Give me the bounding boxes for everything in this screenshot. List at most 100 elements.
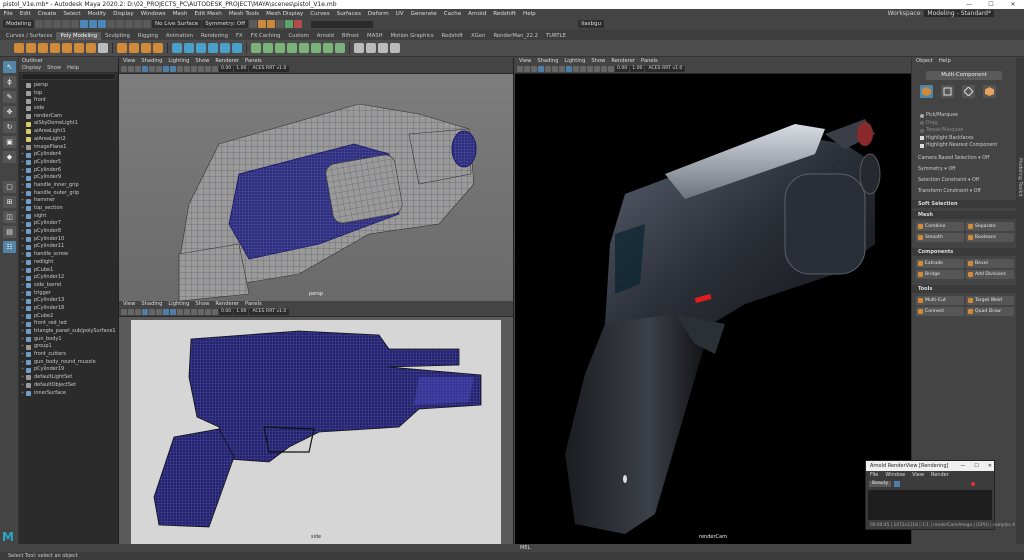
- shelf-tab[interactable]: FX Caching: [247, 32, 285, 40]
- poly-plane-icon[interactable]: [74, 43, 84, 53]
- expand-icon[interactable]: +: [19, 151, 26, 159]
- expand-icon[interactable]: +: [19, 197, 26, 205]
- lights-icon[interactable]: [580, 66, 586, 72]
- smooth-shade-icon[interactable]: [170, 66, 176, 72]
- highlight-nearest-checkbox[interactable]: Highlight Nearest Component: [920, 142, 1016, 150]
- snap-view-icon[interactable]: [134, 20, 143, 28]
- expand-icon[interactable]: +: [19, 159, 26, 167]
- platonic-icon[interactable]: [98, 43, 108, 53]
- resolution-gate-icon[interactable]: [156, 66, 162, 72]
- user-account[interactable]: liasbgu: [578, 20, 604, 28]
- separate-button[interactable]: Separate: [966, 221, 1014, 231]
- super-shape-icon[interactable]: [117, 43, 127, 53]
- lights-icon[interactable]: [184, 309, 190, 315]
- extrude-icon[interactable]: [263, 43, 273, 53]
- vertex-mode-icon[interactable]: [941, 85, 954, 98]
- multi-cut-button[interactable]: Multi-Cut: [916, 295, 964, 305]
- viewport-menu-show[interactable]: Show: [195, 301, 209, 308]
- image-plane-icon[interactable]: [135, 66, 141, 72]
- film-gate-icon[interactable]: [149, 309, 155, 315]
- tools-section[interactable]: Tools: [912, 284, 1016, 293]
- edge-mode-icon[interactable]: [962, 85, 975, 98]
- menu-item[interactable]: Mesh: [169, 11, 191, 17]
- smooth-shade-icon[interactable]: [566, 66, 572, 72]
- textured-icon[interactable]: [177, 66, 183, 72]
- expand-icon[interactable]: +: [19, 382, 26, 390]
- outliner-item[interactable]: + pCylinder9: [19, 174, 118, 182]
- menu-item[interactable]: Arnold: [465, 11, 490, 17]
- expand-icon[interactable]: +: [19, 236, 26, 244]
- menu-item[interactable]: Windows: [137, 11, 169, 17]
- outliner-search-input[interactable]: [21, 73, 116, 80]
- combine-button[interactable]: Combine: [916, 221, 964, 231]
- redo-icon[interactable]: [71, 20, 80, 28]
- expand-icon[interactable]: +: [19, 174, 26, 182]
- outliner-item[interactable]: + handle_outer_grip: [19, 190, 118, 198]
- viewport-menu-renderer[interactable]: Renderer: [611, 58, 635, 65]
- outliner-item[interactable]: + pCylinder12: [19, 274, 118, 282]
- outliner-item[interactable]: top: [19, 90, 118, 98]
- outliner-item[interactable]: + defaultLightSet: [19, 374, 118, 382]
- viewport-menu-shading[interactable]: Shading: [141, 301, 162, 308]
- gamma-field[interactable]: 1.00: [234, 66, 249, 72]
- outliner-item[interactable]: + pCylinder19: [19, 366, 118, 374]
- undo-icon[interactable]: [62, 20, 71, 28]
- rendercam-canvas[interactable]: renderCam: [515, 74, 911, 544]
- paint-select-icon[interactable]: ✎: [3, 91, 16, 103]
- viewport-menu-shading[interactable]: Shading: [141, 58, 162, 65]
- menu-item[interactable]: Edit Mesh: [191, 11, 225, 17]
- outliner-menu-help[interactable]: Help: [67, 65, 79, 72]
- ambient-occlusion-icon[interactable]: [198, 309, 204, 315]
- boolean-union-icon[interactable]: [208, 43, 218, 53]
- multi-component-button[interactable]: Multi-Component: [926, 71, 1002, 80]
- viewport-menu-panels[interactable]: Panels: [641, 58, 658, 65]
- target-weld-icon[interactable]: [311, 43, 321, 53]
- mtk-menu-help[interactable]: Help: [939, 58, 951, 65]
- outliner-item[interactable]: + side_barrel: [19, 282, 118, 290]
- arnold-close-button[interactable]: ✕: [988, 461, 992, 471]
- symmetry-dropdown[interactable]: Symmetry: Off: [202, 20, 249, 28]
- selection-constraint-row[interactable]: Selection Constraint ▾ Off: [912, 175, 1016, 186]
- outliner-item[interactable]: + pCube1: [19, 267, 118, 275]
- expand-icon[interactable]: +: [19, 167, 26, 175]
- mesh-section[interactable]: Mesh: [912, 210, 1016, 219]
- expand-icon[interactable]: +: [19, 359, 26, 367]
- outliner-item[interactable]: aiSkyDomeLight1: [19, 120, 118, 128]
- camera-attributes-icon[interactable]: [517, 66, 523, 72]
- outliner-item[interactable]: + pCylinder10: [19, 236, 118, 244]
- poly-cone-icon[interactable]: [50, 43, 60, 53]
- render-current-icon[interactable]: [258, 20, 267, 28]
- expand-icon[interactable]: +: [19, 274, 26, 282]
- bridge-icon[interactable]: [275, 43, 285, 53]
- target-weld-button[interactable]: Target Weld: [966, 295, 1014, 305]
- viewport-menu-panels[interactable]: Panels: [245, 301, 262, 308]
- resolution-gate-icon[interactable]: [552, 66, 558, 72]
- live-surface-dropdown[interactable]: No Live Surface: [152, 20, 202, 28]
- outliner-item[interactable]: + imagePlane1: [19, 144, 118, 152]
- quick-select-input[interactable]: [311, 20, 374, 28]
- outliner-menu-display[interactable]: Display: [22, 65, 41, 72]
- lights-icon[interactable]: [184, 66, 190, 72]
- render-settings-icon[interactable]: [276, 20, 285, 28]
- viewport-menu-view[interactable]: View: [519, 58, 531, 65]
- magnet-icon[interactable]: [143, 20, 152, 28]
- shelf-tab[interactable]: RenderMan_22.2: [489, 32, 541, 40]
- connect-button[interactable]: Connect: [916, 306, 964, 316]
- wireframe-icon[interactable]: [559, 66, 565, 72]
- exposure-field[interactable]: 0.00: [219, 66, 234, 72]
- expand-icon[interactable]: +: [19, 251, 26, 259]
- outliner-item[interactable]: front: [19, 97, 118, 105]
- command-line[interactable]: MEL: [0, 544, 1024, 552]
- expand-icon[interactable]: +: [19, 267, 26, 275]
- menu-item[interactable]: Deform: [364, 11, 392, 17]
- outliner-item[interactable]: + pCylinder13: [19, 297, 118, 305]
- outliner-item[interactable]: + sight: [19, 213, 118, 221]
- ambient-occlusion-icon[interactable]: [198, 66, 204, 72]
- side-canvas[interactable]: side: [119, 317, 513, 544]
- shelf-tab[interactable]: Poly Modeling: [56, 32, 102, 40]
- minimize-button[interactable]: —: [958, 0, 980, 9]
- expand-icon[interactable]: +: [19, 205, 26, 213]
- menu-item[interactable]: Modify: [84, 11, 110, 17]
- film-gate-icon[interactable]: [149, 66, 155, 72]
- xray-icon[interactable]: [212, 309, 218, 315]
